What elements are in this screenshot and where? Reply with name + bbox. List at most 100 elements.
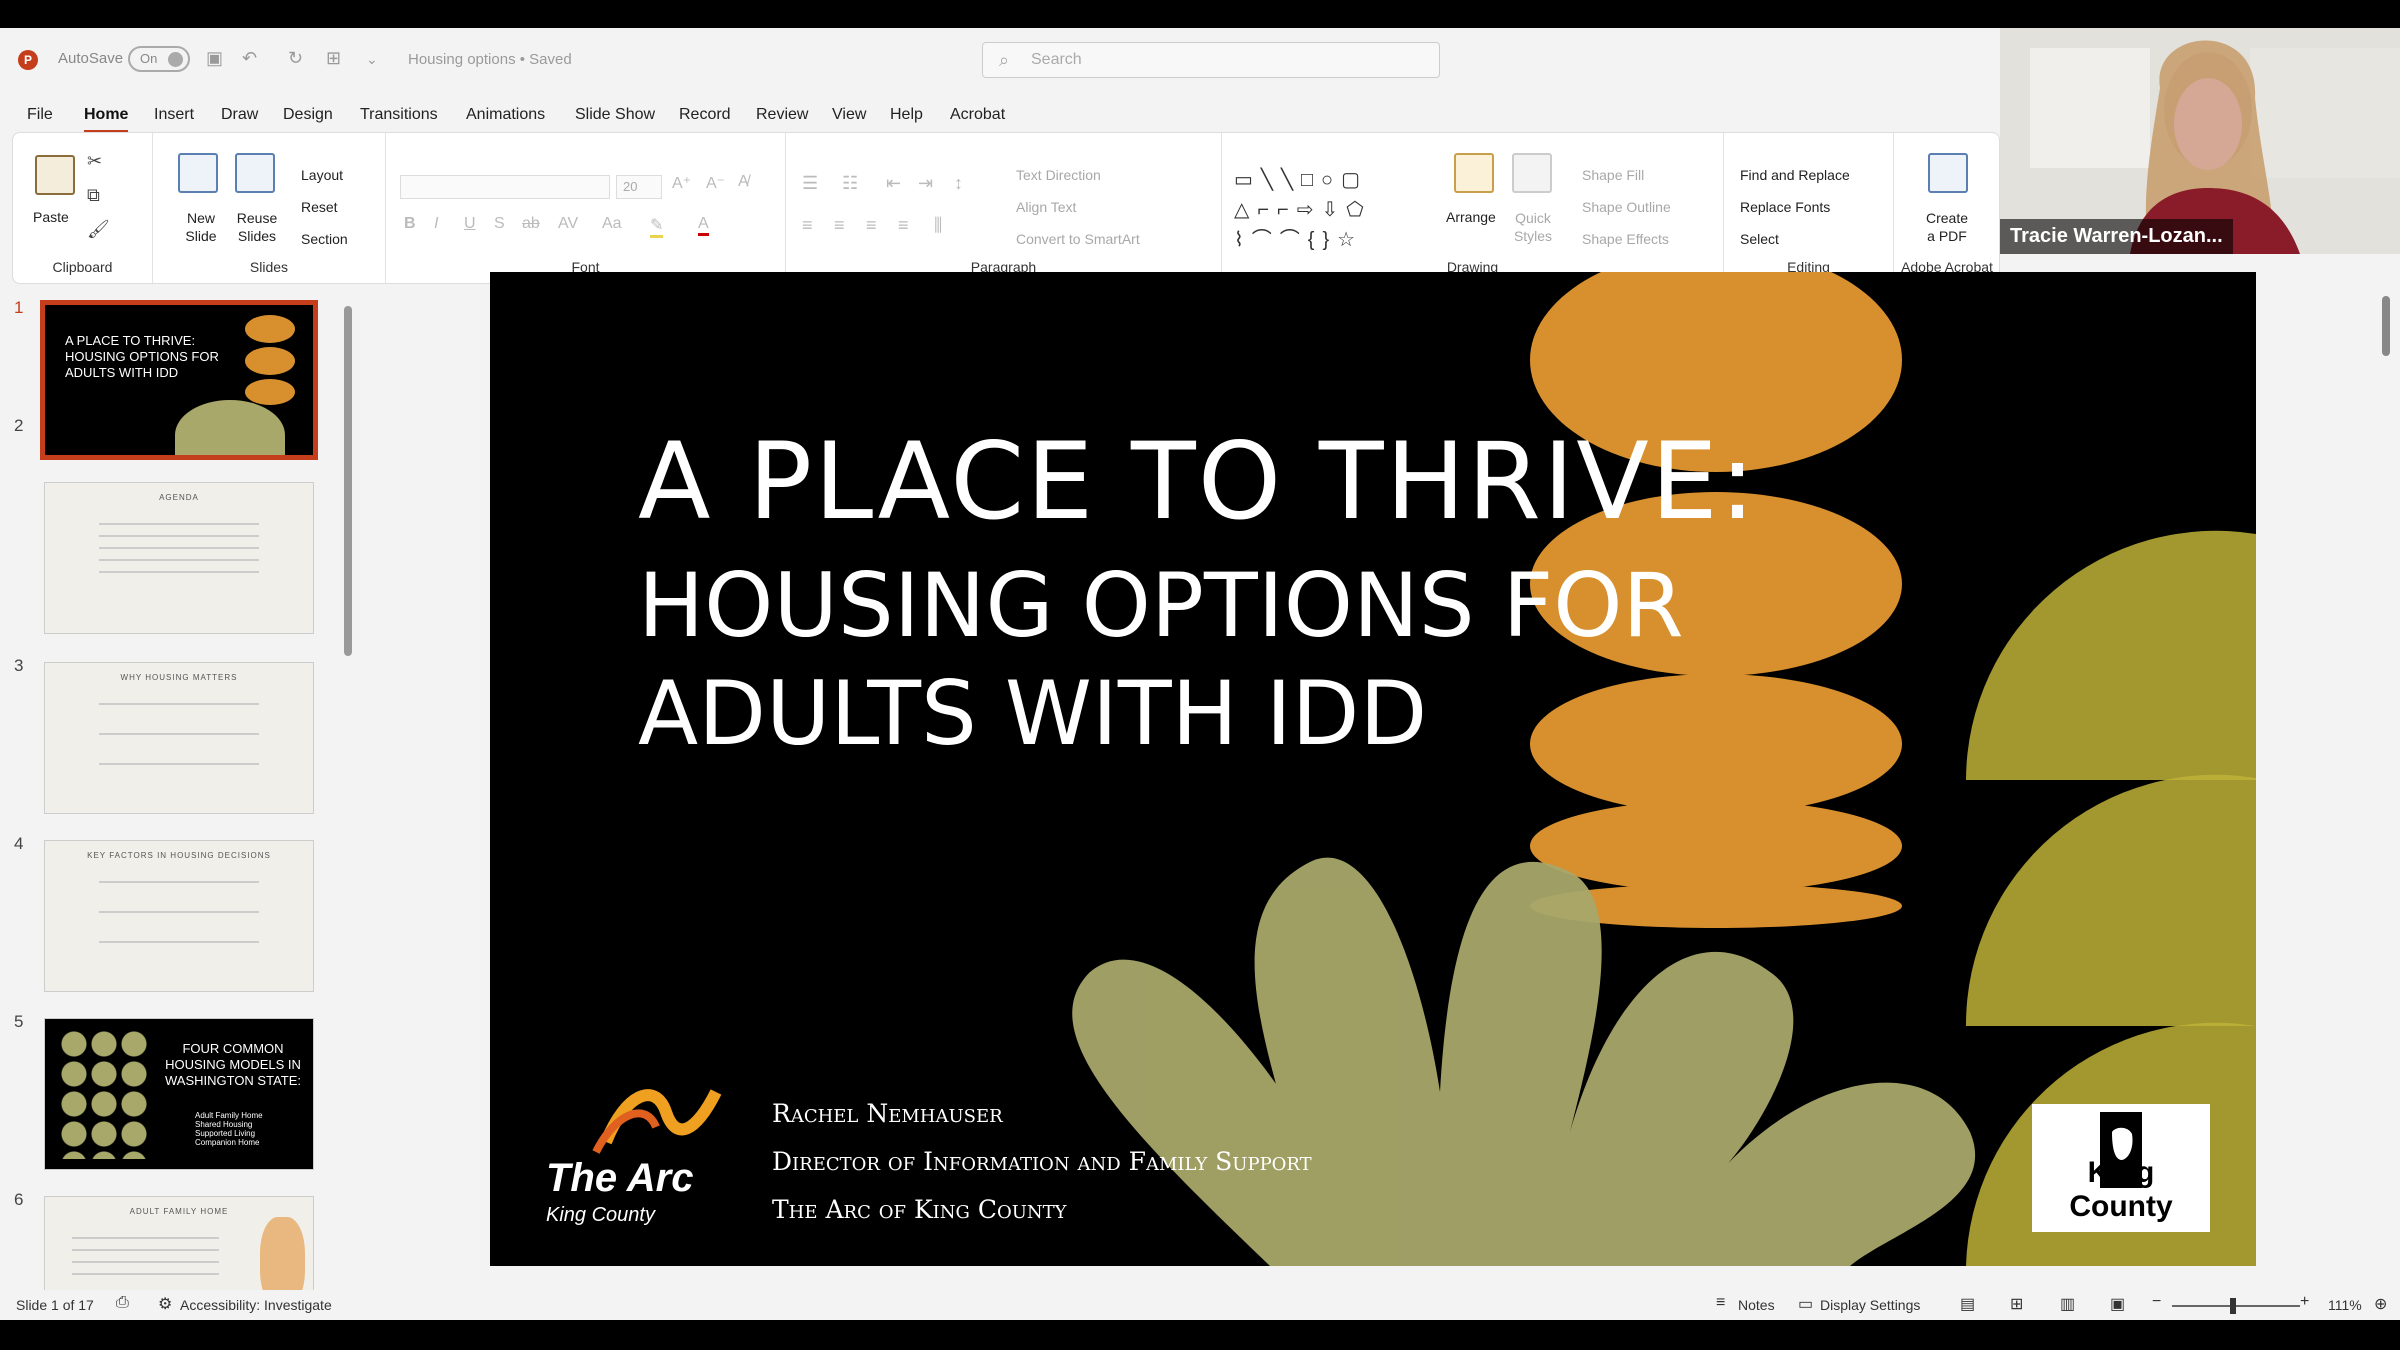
clear-format-icon[interactable]: A̸: [738, 173, 749, 191]
font-family-select[interactable]: [400, 175, 610, 199]
spellcheck-icon[interactable]: ⎙: [116, 1294, 129, 1312]
italic-icon[interactable]: I: [434, 215, 438, 233]
reuse-slides-icon[interactable]: [235, 153, 275, 193]
tab-record[interactable]: Record: [679, 106, 731, 124]
shadow-icon[interactable]: S: [494, 215, 505, 233]
tab-insert[interactable]: Insert: [154, 106, 194, 124]
find-replace-button[interactable]: Find and Replace: [1740, 167, 1850, 183]
tab-animations[interactable]: Animations: [466, 106, 545, 124]
align-right-icon[interactable]: ≡: [866, 215, 877, 236]
notes-icon[interactable]: ≡: [1716, 1294, 1725, 1312]
thumbnail-slide-2[interactable]: AGENDA: [44, 482, 314, 634]
accessibility-icon[interactable]: ⚙: [158, 1294, 172, 1314]
highlight-icon[interactable]: ✎: [650, 215, 664, 238]
shrink-font-icon[interactable]: A⁻: [706, 173, 725, 193]
font-color-icon[interactable]: A: [698, 215, 709, 236]
shape-fill-button[interactable]: Shape Fill: [1582, 167, 1644, 183]
align-center-icon[interactable]: ≡: [834, 215, 845, 236]
select-button[interactable]: Select: [1740, 231, 1779, 247]
normal-view-icon[interactable]: ▤: [1960, 1294, 1975, 1314]
arrange-button[interactable]: Arrange: [1446, 209, 1496, 225]
arrange-icon[interactable]: [1454, 153, 1494, 193]
save-icon[interactable]: ▣: [206, 48, 223, 69]
tab-home[interactable]: Home: [84, 106, 129, 133]
align-text-button[interactable]: Align Text: [1016, 199, 1076, 215]
shape-outline-button[interactable]: Shape Outline: [1582, 199, 1671, 215]
scrollbar-thumb[interactable]: [344, 306, 352, 656]
reset-button[interactable]: Reset: [301, 199, 338, 215]
quick-styles-icon[interactable]: [1512, 153, 1552, 193]
format-painter-icon[interactable]: 🖌: [87, 219, 110, 240]
zoom-out-icon[interactable]: −: [2152, 1293, 2161, 1311]
tab-transitions[interactable]: Transitions: [360, 106, 438, 124]
fit-slide-icon[interactable]: ⊕: [2374, 1294, 2387, 1314]
convert-smartart-button[interactable]: Convert to SmartArt: [1016, 231, 1140, 247]
align-left-icon[interactable]: ≡: [802, 215, 813, 236]
tab-slide-show[interactable]: Slide Show: [575, 106, 655, 124]
quick-styles-button[interactable]: Quick Styles: [1508, 209, 1558, 245]
present-icon[interactable]: ⊞: [326, 48, 341, 69]
create-pdf-icon[interactable]: [1928, 153, 1968, 193]
strikethrough-icon[interactable]: ab: [522, 215, 540, 233]
slide-title[interactable]: A PLACE TO THRIVE:: [638, 420, 1757, 543]
replace-fonts-button[interactable]: Replace Fonts: [1740, 199, 1830, 215]
zoom-slider[interactable]: [2172, 1305, 2300, 1307]
thumbnail-slide-1[interactable]: A PLACE TO THRIVE: HOUSING OPTIONS FOR A…: [40, 300, 318, 460]
autosave-toggle[interactable]: On: [128, 46, 190, 72]
zoom-level[interactable]: 111%: [2328, 1297, 2362, 1313]
slideshow-icon[interactable]: ▣: [2110, 1294, 2125, 1314]
zoom-in-icon[interactable]: +: [2300, 1293, 2309, 1311]
paste-button[interactable]: Paste: [33, 209, 69, 225]
slide-subtitle[interactable]: HOUSING OPTIONS FOR ADULTS WITH IDD: [638, 552, 1738, 768]
tab-review[interactable]: Review: [756, 106, 808, 124]
slide-canvas[interactable]: A PLACE TO THRIVE: HOUSING OPTIONS FOR A…: [490, 272, 2256, 1266]
thumbnails-scrollbar[interactable]: [342, 296, 352, 1296]
shapes-gallery[interactable]: ▭╲╲□○▢ △⌐⌐⇨⇩⬠ ⌇⌒⌒{}☆: [1234, 165, 1434, 255]
document-title[interactable]: Housing options • Saved: [408, 51, 572, 68]
underline-icon[interactable]: U: [464, 215, 476, 233]
reuse-slides-button[interactable]: Reuse Slides: [235, 209, 279, 245]
font-size-select[interactable]: 20: [616, 175, 662, 199]
copy-icon[interactable]: ⧉: [87, 185, 100, 206]
increase-indent-icon[interactable]: ⇥: [918, 173, 933, 194]
tab-file[interactable]: File: [27, 106, 53, 124]
layout-button[interactable]: Layout: [301, 167, 343, 183]
shape-effects-button[interactable]: Shape Effects: [1582, 231, 1669, 247]
display-settings-button[interactable]: Display Settings: [1820, 1297, 1920, 1313]
thumbnail-slide-3[interactable]: WHY HOUSING MATTERS: [44, 662, 314, 814]
slide-sorter-icon[interactable]: ⊞: [2010, 1294, 2023, 1314]
new-slide-icon[interactable]: [178, 153, 218, 193]
cut-icon[interactable]: ✂: [87, 151, 102, 172]
spacing-icon[interactable]: AV: [558, 215, 578, 233]
text-direction-button[interactable]: Text Direction: [1016, 167, 1101, 183]
create-pdf-button[interactable]: Create a PDF: [1922, 209, 1972, 245]
slide-scrollbar[interactable]: [2378, 286, 2394, 1286]
display-settings-icon[interactable]: ▭: [1798, 1294, 1813, 1314]
columns-icon[interactable]: ⫼: [934, 215, 942, 236]
tab-view[interactable]: View: [832, 106, 866, 124]
accessibility-button[interactable]: Accessibility: Investigate: [180, 1297, 332, 1313]
undo-icon[interactable]: ↶: [242, 48, 257, 69]
thumbnail-slide-5[interactable]: FOUR COMMON HOUSING MODELS IN WASHINGTON…: [44, 1018, 314, 1170]
case-icon[interactable]: Aa: [602, 215, 622, 233]
new-slide-button[interactable]: New Slide: [181, 209, 221, 245]
tab-design[interactable]: Design: [283, 106, 333, 124]
bold-icon[interactable]: B: [404, 215, 416, 233]
presenter-block[interactable]: Rachel Nemhauser Director of Information…: [772, 1090, 1312, 1234]
scrollbar-thumb[interactable]: [2382, 296, 2390, 356]
thumbnail-slide-4[interactable]: KEY FACTORS IN HOUSING DECISIONS: [44, 840, 314, 992]
zoom-slider-thumb[interactable]: [2230, 1298, 2236, 1314]
justify-icon[interactable]: ≡: [898, 215, 909, 236]
section-button[interactable]: Section: [301, 231, 348, 247]
search-input[interactable]: ⌕ Search: [982, 42, 1440, 78]
notes-button[interactable]: Notes: [1738, 1297, 1775, 1313]
decrease-indent-icon[interactable]: ⇤: [886, 173, 901, 194]
paste-icon[interactable]: [35, 155, 75, 195]
redo-icon[interactable]: ↻: [288, 48, 303, 69]
grow-font-icon[interactable]: A⁺: [672, 173, 691, 193]
numbering-icon[interactable]: ☷: [842, 173, 858, 194]
line-spacing-icon[interactable]: ↕: [954, 173, 963, 194]
bullets-icon[interactable]: ☰: [802, 173, 818, 194]
customize-qat-icon[interactable]: ⌄: [366, 51, 378, 68]
tab-acrobat[interactable]: Acrobat: [950, 106, 1005, 124]
